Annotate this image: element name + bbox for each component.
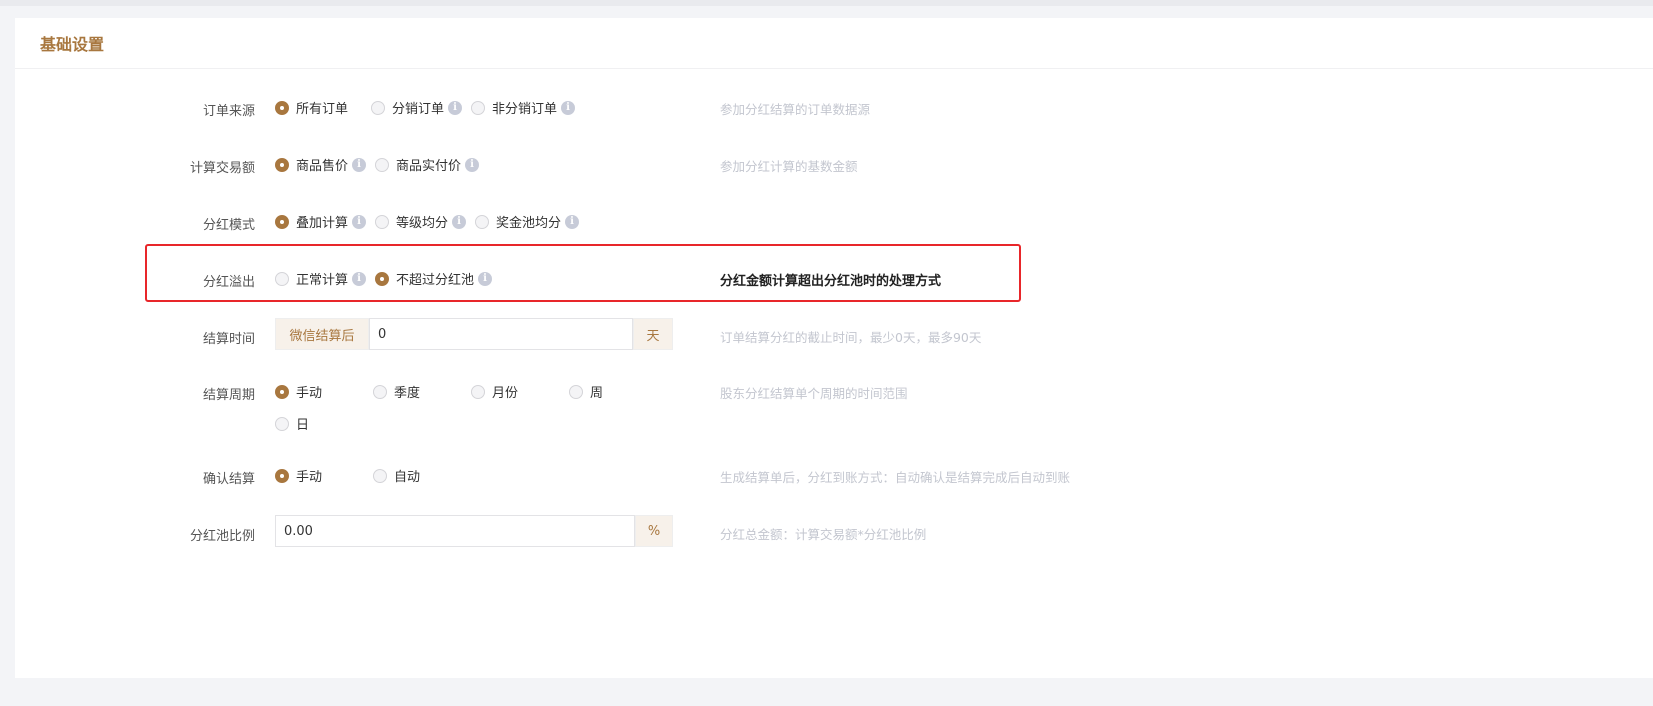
confirm-settle-hint: 生成结算单后，分红到账方式：自动确认是结算完成后自动到账 (720, 470, 1071, 485)
order-source-hint: 参加分红结算的订单数据源 (720, 102, 871, 117)
radio-cycle-week[interactable]: 周 (569, 382, 661, 401)
radio-level-split[interactable]: 等级均分 i (375, 212, 467, 231)
radio-stack-calc[interactable]: 叠加计算 i (275, 212, 367, 231)
info-icon[interactable]: i (465, 157, 480, 172)
dividend-mode-options: 叠加计算 i 等级均分 i 奖金池均分 i (275, 212, 588, 231)
dividend-overflow-label: 分红溢出 (202, 275, 255, 290)
order-source-options: 所有订单 分销订单 i 非分销订单 i (275, 98, 584, 117)
radio-distribution-orders[interactable]: 分销订单 i (371, 98, 463, 117)
settings-card: 基础设置 订单来源 所有订单 分销订单 i 非分销订单 i 参加分红结算的订单数… (15, 18, 1653, 678)
radio-circle (471, 384, 485, 399)
confirm-settle-label: 确认结算 (202, 472, 255, 487)
settle-time-input[interactable] (369, 318, 633, 350)
radio-cycle-day[interactable]: 日 (275, 414, 309, 433)
dividend-overflow-hint: 分红金额计算超出分红池时的处理方式 (720, 274, 942, 289)
settle-time-prefix: 微信结算后 (275, 318, 369, 350)
radio-circle (569, 384, 583, 399)
settle-cycle-label: 结算周期 (202, 388, 255, 403)
pool-ratio-input[interactable] (275, 515, 635, 547)
info-icon[interactable]: i (352, 157, 367, 172)
trade-amount-label: 计算交易额 (189, 161, 255, 176)
info-icon[interactable]: i (452, 214, 467, 229)
radio-confirm-manual[interactable]: 手动 (275, 466, 367, 485)
radio-not-exceed-pool[interactable]: 不超过分红池 i (375, 269, 493, 288)
trade-amount-hint: 参加分红计算的基数金额 (720, 159, 858, 174)
pool-ratio-hint: 分红总金额：计算交易额*分红池比例 (720, 527, 927, 542)
trade-amount-options: 商品售价 i 商品实付价 i (275, 155, 488, 174)
radio-cycle-month[interactable]: 月份 (471, 382, 563, 401)
radio-actual-paid-price[interactable]: 商品实付价 i (375, 155, 480, 174)
top-strip (0, 0, 1653, 6)
pool-ratio-input-group: % (275, 515, 673, 547)
radio-selling-price[interactable]: 商品售价 i (275, 155, 367, 174)
info-icon[interactable]: i (448, 100, 463, 115)
card-header: 基础设置 (15, 18, 1653, 69)
radio-cycle-quarter[interactable]: 季度 (373, 382, 465, 401)
card-title: 基础设置 (40, 35, 105, 54)
info-icon[interactable]: i (352, 214, 367, 229)
radio-circle (275, 100, 289, 115)
radio-circle (375, 214, 390, 229)
pool-ratio-label: 分红池比例 (189, 529, 255, 544)
info-icon[interactable]: i (565, 214, 580, 229)
radio-circle (275, 416, 289, 431)
settle-cycle-hint: 股东分红结算单个周期的时间范围 (720, 386, 908, 401)
radio-pool-split[interactable]: 奖金池均分 i (475, 212, 580, 231)
radio-all-orders[interactable]: 所有订单 (275, 98, 348, 117)
order-source-label: 订单来源 (202, 104, 255, 119)
settle-time-label: 结算时间 (202, 332, 255, 347)
radio-non-distribution-orders[interactable]: 非分销订单 i (471, 98, 576, 117)
confirm-settle-options: 手动 自动 (275, 466, 429, 485)
info-icon[interactable]: i (478, 271, 493, 286)
settle-time-suffix: 天 (633, 318, 673, 350)
radio-circle (373, 468, 387, 483)
radio-circle (375, 157, 390, 172)
radio-circle (475, 214, 490, 229)
dividend-overflow-options: 正常计算 i 不超过分红池 i (275, 269, 501, 288)
radio-circle (275, 271, 289, 286)
settle-cycle-options-line1: 手动 季度 月份 周 (275, 382, 670, 401)
radio-circle (373, 384, 387, 399)
settle-time-input-group: 微信结算后 天 (275, 318, 673, 350)
info-icon[interactable]: i (352, 271, 367, 286)
settle-time-hint: 订单结算分红的截止时间，最少0天，最多90天 (720, 330, 982, 345)
radio-circle (375, 271, 390, 286)
radio-circle (275, 468, 289, 483)
settle-cycle-options-line2: 日 (275, 414, 318, 433)
info-icon[interactable]: i (561, 100, 576, 115)
radio-confirm-auto[interactable]: 自动 (373, 466, 420, 485)
radio-circle (371, 100, 386, 115)
radio-circle (471, 100, 486, 115)
radio-cycle-manual[interactable]: 手动 (275, 382, 367, 401)
dividend-mode-label: 分红模式 (202, 218, 255, 233)
radio-circle (275, 214, 289, 229)
radio-circle (275, 157, 289, 172)
pool-ratio-suffix: % (635, 515, 673, 547)
radio-normal-calc[interactable]: 正常计算 i (275, 269, 367, 288)
radio-circle (275, 384, 289, 399)
